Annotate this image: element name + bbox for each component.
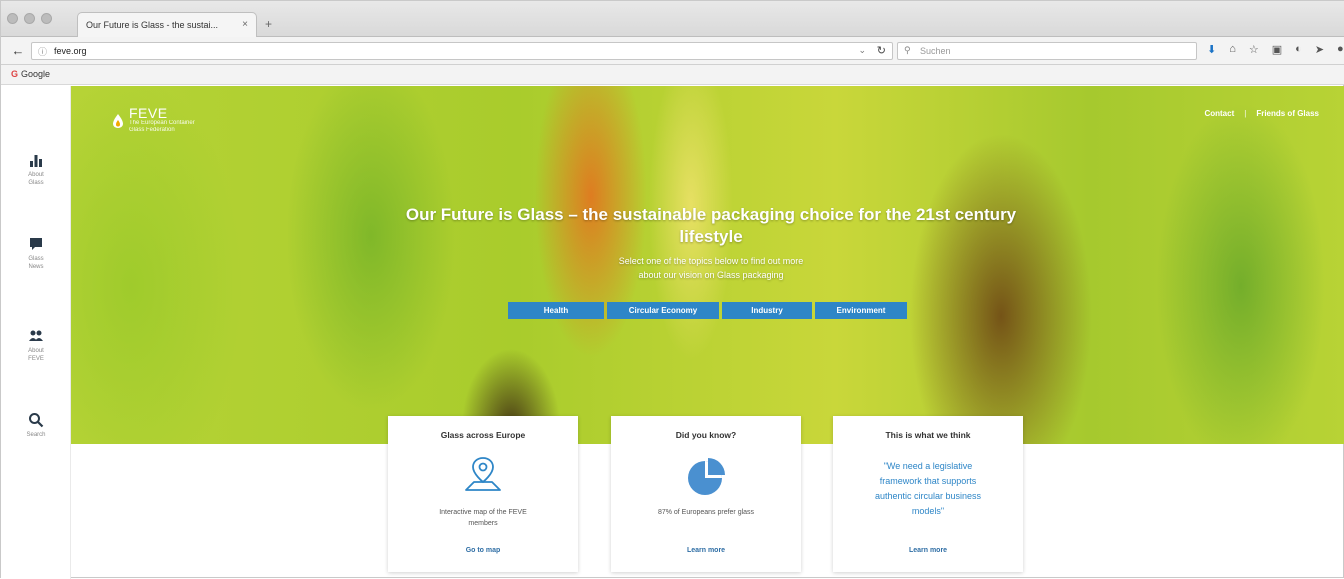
go-to-map-link[interactable]: Go to map — [388, 547, 578, 554]
rail-search[interactable]: Search — [1, 412, 71, 439]
card-did-you-know: Did you know? 87% of Europeans prefer gl… — [611, 416, 801, 572]
url-bar[interactable]: ⓘ feve.org ⌄ ↻ — [31, 42, 893, 60]
hero-banner: FEVE The European Container Glass Federa… — [71, 86, 1344, 444]
topic-industry-button[interactable]: Industry — [722, 302, 812, 319]
toolbar-icons: ⬇ ⌂ ☆ ▣ ◐ ➤ ● ≡ — [1207, 43, 1344, 56]
reload-icon[interactable]: ↻ — [877, 44, 886, 57]
top-navigation: Contact | Friends of Glass — [1204, 109, 1319, 118]
friends-of-glass-link[interactable]: Friends of Glass — [1256, 109, 1319, 118]
maximize-window-button[interactable] — [41, 13, 52, 24]
library-icon[interactable]: ▣ — [1272, 43, 1282, 56]
card-glass-across-europe: Glass across Europe Interactive map of t… — [388, 416, 578, 572]
window-controls — [7, 13, 52, 24]
new-tab-button[interactable]: + — [265, 17, 272, 31]
logo-subtitle: The European Container — [129, 120, 195, 126]
site-info-icon[interactable]: ⓘ — [38, 45, 47, 58]
bookmark-label: Google — [21, 69, 51, 79]
chat-bubble-icon — [30, 238, 42, 250]
download-icon[interactable]: ⬇ — [1207, 43, 1216, 56]
rail-label: About — [28, 172, 44, 178]
close-tab-icon[interactable]: × — [242, 19, 248, 30]
hero-title-line: lifestyle — [679, 227, 743, 246]
topic-buttons: Health Circular Economy Industry Environ… — [508, 302, 907, 319]
card-title: Glass across Europe — [440, 430, 526, 440]
browser-tab[interactable]: Our Future is Glass - the sustai... × — [77, 12, 257, 38]
hero-title-line: Our Future is Glass – the sustainable pa… — [405, 205, 1017, 224]
card-quote-line: authentic circular business — [874, 491, 982, 501]
card-text-line: 87% of Europeans prefer glass — [657, 509, 755, 516]
back-button[interactable]: ← — [9, 42, 27, 60]
bookmark-star-icon[interactable]: ☆ — [1249, 43, 1259, 56]
topic-environment-button[interactable]: Environment — [815, 302, 907, 319]
rail-label: About — [28, 348, 44, 354]
card-text-line: Interactive map of the FEVE — [439, 509, 527, 516]
bar-chart-icon — [30, 155, 42, 167]
send-icon[interactable]: ➤ — [1315, 43, 1324, 56]
rail-label: Glass — [28, 256, 44, 262]
nav-bar: ← ⓘ feve.org ⌄ ↻ ⚲ Suchen ⬇ ⌂ ☆ ▣ ◐ ➤ ● … — [1, 37, 1344, 65]
card-quote-line: models" — [911, 506, 945, 516]
nav-separator: | — [1244, 109, 1247, 118]
hero-subtitle-line: Select one of the topics below to find o… — [618, 256, 804, 266]
google-icon: G — [11, 69, 19, 79]
logo-name: FEVE — [129, 105, 168, 121]
contact-link[interactable]: Contact — [1204, 109, 1234, 118]
feve-logo[interactable]: FEVE The European Container Glass Federa… — [113, 106, 195, 134]
url-text: feve.org — [54, 46, 87, 56]
search-bar[interactable]: ⚲ Suchen — [897, 42, 1197, 60]
tab-bar: Our Future is Glass - the sustai... × + — [1, 1, 1344, 38]
minimize-window-button[interactable] — [24, 13, 35, 24]
rail-label: Glass — [28, 180, 44, 186]
search-bar-icon: ⚲ — [904, 45, 911, 55]
topic-circular-economy-button[interactable]: Circular Economy — [607, 302, 719, 319]
card-text: Interactive map of the FEVE members — [402, 507, 564, 529]
card-text: 87% of Europeans prefer glass — [625, 507, 787, 518]
people-icon — [29, 330, 43, 341]
bookmark-google[interactable]: G Google — [11, 69, 50, 79]
side-rail: About Glass Glass News About FEVE Search — [1, 86, 71, 579]
bookmarks-bar: G Google — [1, 65, 1344, 85]
home-icon[interactable]: ⌂ — [1229, 43, 1236, 56]
logo-subtitle: Glass Federation — [129, 127, 175, 133]
url-dropdown-icon[interactable]: ⌄ — [858, 45, 866, 56]
rail-label: FEVE — [28, 356, 44, 362]
card-title: Did you know? — [675, 430, 737, 440]
search-icon — [29, 413, 44, 428]
learn-more-link[interactable]: Learn more — [833, 547, 1023, 554]
card-title: This is what we think — [885, 430, 971, 440]
hero-subtitle-line: about our vision on Glass packaging — [638, 270, 784, 280]
hero-subtitle: Select one of the topics below to find o… — [561, 254, 861, 282]
browser-window: Our Future is Glass - the sustai... × + … — [0, 0, 1344, 579]
pie-chart-icon — [688, 458, 725, 495]
topic-health-button[interactable]: Health — [508, 302, 604, 319]
search-placeholder: Suchen — [920, 46, 951, 56]
hero-title: Our Future is Glass – the sustainable pa… — [341, 204, 1081, 248]
close-window-button[interactable] — [7, 13, 18, 24]
pocket-icon[interactable]: ◐ — [1295, 43, 1302, 56]
rail-about-feve[interactable]: About FEVE — [1, 328, 71, 363]
rail-label: Search — [26, 432, 46, 438]
card-quote: "We need a legislative framework that su… — [857, 459, 999, 519]
rail-glass-news[interactable]: Glass News — [1, 236, 71, 271]
chat-icon[interactable]: ● — [1337, 43, 1344, 56]
card-quote-line: framework that supports — [879, 476, 977, 486]
card-quote-line: "We need a legislative — [883, 461, 973, 471]
tab-title: Our Future is Glass - the sustai... — [86, 20, 219, 30]
learn-more-link[interactable]: Learn more — [611, 547, 801, 554]
rail-about-glass[interactable]: About Glass — [1, 152, 71, 187]
card-what-we-think: This is what we think "We need a legisla… — [833, 416, 1023, 572]
map-pin-icon — [465, 457, 501, 491]
card-text-line: members — [468, 520, 498, 527]
flame-logo-icon — [113, 114, 123, 128]
rail-label: News — [28, 264, 44, 270]
